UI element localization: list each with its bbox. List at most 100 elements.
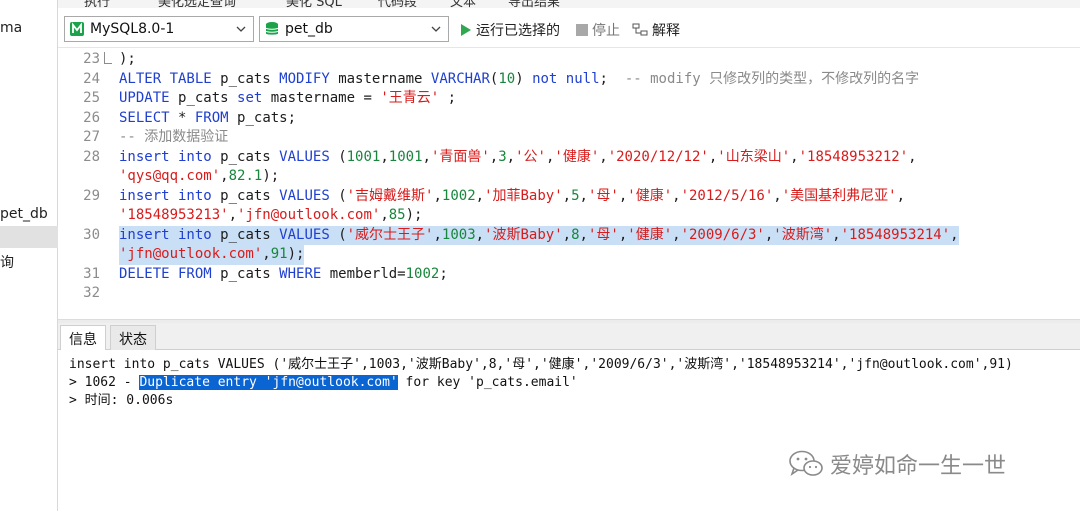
code-token: 1002 [441, 187, 476, 204]
line-number: 28 [83, 148, 100, 165]
code-token: insert into [119, 187, 221, 204]
code-token: , [832, 226, 841, 243]
top-item-beautify-sql[interactable]: 美化 SQL [286, 0, 342, 8]
code-token: , [433, 187, 442, 204]
navigator-item-selected[interactable] [0, 226, 58, 248]
code-token: , [579, 187, 588, 204]
watermark: 爱婷如命一生一世 [788, 448, 1006, 480]
code-line[interactable]: UPDATE p_cats set mastername = '王青云' ; [119, 89, 456, 109]
code-token: '吉姆戴维斯' [346, 187, 434, 204]
sql-editor[interactable]: 23 24 25 26 27 28 29 30 31 32 ); ALTER TABLE p_cat… [58, 48, 1080, 320]
top-item-snippets[interactable]: 代码段 [378, 0, 417, 8]
code-token: , [672, 187, 681, 204]
code-token: , [262, 246, 271, 262]
code-token: ; [439, 90, 457, 106]
code-token: 5 [571, 187, 580, 204]
explain-button[interactable]: 解释 [632, 20, 680, 40]
code-line-selected[interactable]: 'jfn@outlook.com',91); [119, 245, 305, 265]
tab-info[interactable]: 信息 [60, 325, 106, 351]
line-number: 32 [83, 285, 100, 301]
wechat-icon [789, 450, 823, 476]
top-item-run[interactable]: 执行 [84, 0, 110, 8]
code-token: , [618, 187, 628, 204]
top-toolbar-strip: 执行 美化选定查询 美化 SQL 代码段 文本 导出结果 [58, 0, 1080, 8]
navigator-item-pet-db[interactable]: pet_db [0, 206, 48, 222]
code-token: p_cats [220, 226, 280, 243]
code-token: , [790, 148, 799, 165]
code-token: '母' [587, 187, 619, 204]
code-line-selected[interactable]: insert into p_cats VALUES ('威尔士王子',1003,… [119, 225, 959, 245]
code-token: WHERE [279, 265, 330, 282]
code-token: '健康' [627, 187, 673, 204]
code-token: , [672, 226, 681, 243]
code-token: ); [405, 207, 423, 223]
line-number-gutter: 23 24 25 26 27 28 29 30 31 32 [58, 48, 102, 320]
stop-button[interactable]: 停止 [576, 20, 620, 40]
navigator-item-schema[interactable]: ma [0, 20, 22, 36]
play-icon [461, 24, 471, 36]
code-token: , [433, 226, 442, 243]
explain-icon [632, 23, 648, 36]
code-line[interactable]: 'qys@qq.com',82.1); [119, 167, 279, 187]
code-token: , [489, 148, 499, 165]
navigator-item-query[interactable]: 询 [0, 252, 14, 272]
line-number: 29 [83, 187, 100, 204]
fold-marker-icon[interactable] [104, 52, 112, 64]
code-token: ); [287, 246, 305, 262]
selected-error-text[interactable]: Duplicate entry 'jfn@outlook.com' [139, 375, 398, 390]
code-line[interactable]: '18548953213','jfn@outlook.com',85); [119, 206, 422, 226]
code-token: '波斯Baby' [484, 226, 563, 243]
code-token: '18548953214' [840, 226, 951, 243]
code-token: 85 [388, 207, 406, 223]
code-line[interactable]: ALTER TABLE p_cats MODIFY mastername VAR… [119, 70, 919, 90]
line-number: 27 [83, 129, 100, 145]
code-token: 1001 [388, 148, 423, 165]
code-token: 1003 [441, 226, 476, 243]
mysql-connection-icon [70, 22, 84, 36]
code-token: '18548953212' [798, 148, 909, 165]
code-token: '山东梁山' [717, 148, 791, 165]
code-token: '2012/5/16' [680, 187, 774, 204]
code-token: , [562, 187, 572, 204]
top-item-text[interactable]: 文本 [450, 0, 476, 8]
connection-select[interactable]: MySQL8.0-1 [64, 16, 254, 42]
code-line[interactable]: SELECT * FROM p_cats; [119, 109, 296, 129]
code-token: , [380, 148, 389, 165]
code-token: VALUES [279, 187, 339, 204]
connection-select-value: MySQL8.0-1 [90, 21, 175, 37]
navigator-panel: ma pet_db 询 [0, 0, 58, 511]
code-token: , [562, 226, 572, 243]
code-token: SELECT [119, 109, 179, 126]
code-token: , [896, 187, 906, 204]
code-token: , [475, 226, 485, 243]
top-item-beautify-selected[interactable]: 美化选定查询 [158, 0, 236, 8]
code-token: , [908, 148, 917, 165]
code-line[interactable]: -- 添加数据验证 [119, 128, 228, 148]
database-icon [265, 22, 279, 35]
code-line[interactable]: ); [119, 50, 136, 70]
code-line[interactable]: DELETE FROM p_cats WHERE memberld=1002; [119, 265, 448, 285]
code-token: , [506, 148, 516, 165]
code-token: '18548953213' [119, 207, 229, 223]
code-token: -- 添加数据验证 [119, 129, 229, 145]
query-toolbar: MySQL8.0-1 pet_db 运行已选择的 停止 解释 [58, 10, 1080, 48]
line-number: 25 [83, 90, 100, 106]
top-item-export[interactable]: 导出结果 [508, 0, 560, 8]
code-token: ( [338, 187, 347, 204]
line-number: 23 [83, 51, 100, 67]
tab-status[interactable]: 状态 [110, 325, 156, 350]
run-selected-button[interactable]: 运行已选择的 [460, 20, 560, 40]
code-token: 91 [270, 246, 288, 262]
code-token: , [599, 148, 608, 165]
code-token: * [178, 109, 195, 126]
code-token: VARCHAR [430, 70, 490, 87]
code-line[interactable]: insert into p_cats VALUES ('吉姆戴维斯',1002,… [119, 187, 905, 207]
code-area[interactable]: ); ALTER TABLE p_cats MODIFY mastername V… [119, 48, 1079, 320]
code-token: 'qys@qq.com' [119, 168, 221, 184]
code-line[interactable]: insert into p_cats VALUES (1001,1001,'青面… [119, 148, 917, 168]
code-token: ); [119, 51, 136, 67]
message-output[interactable]: insert into p_cats VALUES ('威尔士王子',1003,… [58, 350, 1080, 511]
code-token: insert into [119, 226, 221, 243]
code-token: '加菲Baby' [484, 187, 563, 204]
database-select[interactable]: pet_db [259, 16, 449, 42]
